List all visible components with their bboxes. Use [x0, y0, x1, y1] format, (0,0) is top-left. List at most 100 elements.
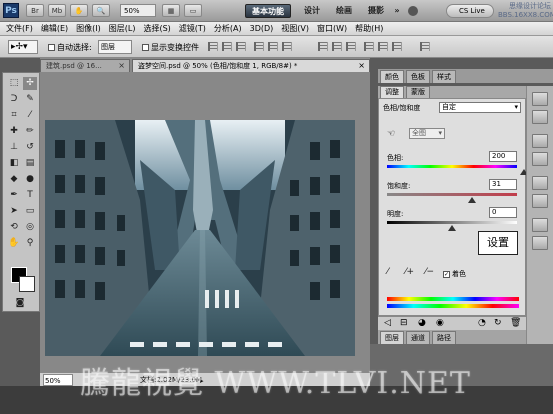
distribute-hcenter-icon[interactable]	[378, 42, 388, 51]
arrange-documents-icon[interactable]: ▦	[162, 4, 180, 17]
pen-tool-icon[interactable]: ✒	[7, 189, 21, 202]
histogram-panel-icon[interactable]	[532, 92, 548, 106]
close-icon[interactable]: ×	[118, 60, 125, 72]
quick-mask-icon[interactable]: ◙	[13, 297, 27, 310]
shape-tool-icon[interactable]: ▭	[23, 205, 37, 218]
move-tool-preset-icon[interactable]: ▸✢▾	[8, 40, 38, 54]
character-panel-icon[interactable]	[532, 176, 548, 190]
screen-mode-icon[interactable]: ▭	[184, 4, 202, 17]
hand-view-icon[interactable]: ✋	[70, 4, 88, 17]
eyedropper-icon[interactable]: ⁄	[387, 267, 389, 277]
hue-value[interactable]: 200	[489, 151, 517, 162]
auto-align-icon[interactable]	[420, 42, 430, 51]
brush-panel-icon[interactable]	[532, 218, 548, 232]
zoom-status-field[interactable]: 50%	[43, 374, 73, 386]
distribute-left-icon[interactable]	[364, 42, 374, 51]
eyedropper-subtract-icon[interactable]: ⁄−	[425, 267, 434, 277]
distribute-top-icon[interactable]	[318, 42, 328, 51]
menu-file[interactable]: 文件(F)	[6, 23, 33, 34]
move-tool-icon[interactable]: ✢	[23, 77, 37, 90]
tab-masks[interactable]: 蒙版	[406, 86, 430, 98]
menu-edit[interactable]: 编辑(E)	[41, 23, 68, 34]
zoom-level-select[interactable]: 50%	[120, 4, 156, 17]
quick-select-tool-icon[interactable]: ✎	[23, 93, 37, 106]
align-top-icon[interactable]	[208, 42, 218, 51]
lightness-slider-thumb[interactable]	[448, 225, 456, 231]
blur-tool-icon[interactable]: ◆	[7, 173, 21, 186]
menu-image[interactable]: 图像(I)	[76, 23, 101, 34]
3d-rotate-tool-icon[interactable]: ⟲	[7, 221, 21, 234]
spot-healing-tool-icon[interactable]: ✚	[7, 125, 21, 138]
delete-icon[interactable]: 🗑	[510, 318, 521, 328]
tab-color[interactable]: 颜色	[380, 70, 404, 83]
saturation-value[interactable]: 31	[489, 179, 517, 190]
menu-layer[interactable]: 图层(L)	[109, 23, 136, 34]
saturation-slider-thumb[interactable]	[468, 197, 477, 203]
tab-swatches[interactable]: 色板	[406, 70, 430, 83]
tab-layers[interactable]: 图层	[380, 331, 404, 344]
crop-tool-icon[interactable]: ⌗	[7, 109, 21, 122]
distribute-right-icon[interactable]	[392, 42, 402, 51]
history-panel-icon[interactable]	[532, 134, 548, 148]
tab-channels[interactable]: 通道	[406, 331, 430, 344]
visibility-eye-icon[interactable]: ◉	[436, 318, 444, 328]
clone-source-panel-icon[interactable]	[532, 236, 548, 250]
background-color-swatch[interactable]	[19, 276, 35, 292]
on-image-adjust-icon[interactable]: ☜	[387, 129, 395, 139]
info-panel-icon[interactable]	[532, 110, 548, 124]
auto-select-checkbox[interactable]	[48, 44, 55, 51]
clone-stamp-tool-icon[interactable]: ⊥	[7, 141, 21, 154]
path-selection-tool-icon[interactable]: ➤	[7, 205, 21, 218]
align-vcenter-icon[interactable]	[222, 42, 232, 51]
colorize-checkbox[interactable]: ✓	[443, 270, 450, 278]
more-workspaces-icon[interactable]: »	[392, 4, 402, 18]
tab-paths[interactable]: 路径	[432, 331, 456, 344]
channel-dropdown[interactable]: 全图 ▾	[409, 128, 445, 139]
lasso-tool-icon[interactable]: ᑐ	[7, 93, 21, 106]
tab-inception[interactable]: 盗梦空间.psd @ 50% (色相/饱和度 1, RGB/8#) * ×	[132, 59, 370, 72]
menu-analysis[interactable]: 分析(A)	[214, 23, 242, 34]
menu-select[interactable]: 选择(S)	[143, 23, 170, 34]
show-transform-checkbox[interactable]	[142, 44, 149, 51]
cs-live-button[interactable]: CS Live	[446, 4, 494, 18]
type-tool-icon[interactable]: T	[23, 189, 37, 202]
menu-window[interactable]: 窗口(W)	[317, 23, 347, 34]
workspace-design[interactable]: 设计	[298, 4, 326, 18]
preset-dropdown[interactable]: 自定 ▾	[439, 102, 521, 113]
workspace-paint[interactable]: 绘画	[330, 4, 358, 18]
eraser-tool-icon[interactable]: ◧	[7, 157, 21, 170]
menu-view[interactable]: 视图(V)	[281, 23, 309, 34]
minibridge-icon[interactable]: Mb	[48, 4, 66, 17]
menu-3d[interactable]: 3D(D)	[250, 24, 274, 33]
close-icon[interactable]: ×	[358, 60, 365, 72]
align-left-icon[interactable]	[254, 42, 264, 51]
brush-tool-icon[interactable]: ✏	[23, 125, 37, 138]
bridge-icon[interactable]: Br	[26, 4, 44, 17]
workspace-photo[interactable]: 摄影	[362, 4, 390, 18]
history-brush-tool-icon[interactable]: ↺	[23, 141, 37, 154]
menu-filter[interactable]: 滤镜(T)	[179, 23, 206, 34]
tab-architecture[interactable]: 建筑.psd @ 16... ×	[40, 59, 130, 72]
gradient-tool-icon[interactable]: ▤	[23, 157, 37, 170]
lightness-value[interactable]: 0	[489, 207, 517, 218]
back-arrow-icon[interactable]: ◁	[384, 318, 391, 328]
eyedropper-add-icon[interactable]: ⁄+	[405, 267, 414, 277]
auto-select-dropdown[interactable]: 图层	[98, 40, 132, 54]
menu-help[interactable]: 帮助(H)	[355, 23, 383, 34]
hue-slider[interactable]	[387, 165, 517, 168]
marquee-tool-icon[interactable]: ⬚	[7, 77, 21, 90]
distribute-bottom-icon[interactable]	[346, 42, 356, 51]
align-hcenter-icon[interactable]	[268, 42, 278, 51]
align-bottom-icon[interactable]	[236, 42, 246, 51]
paragraph-panel-icon[interactable]	[532, 194, 548, 208]
search-icon[interactable]	[408, 6, 418, 16]
align-right-icon[interactable]	[282, 42, 292, 51]
zoom-tool-icon[interactable]: ⚲	[23, 237, 37, 250]
3d-orbit-tool-icon[interactable]: ◎	[23, 221, 37, 234]
previous-state-icon[interactable]: ◔	[478, 318, 486, 328]
tab-styles[interactable]: 样式	[432, 70, 456, 83]
eyedropper-tool-icon[interactable]: ⁄	[23, 109, 37, 122]
canvas-area[interactable]	[40, 72, 370, 372]
distribute-vcenter-icon[interactable]	[332, 42, 342, 51]
reset-icon[interactable]: ↻	[494, 318, 502, 328]
